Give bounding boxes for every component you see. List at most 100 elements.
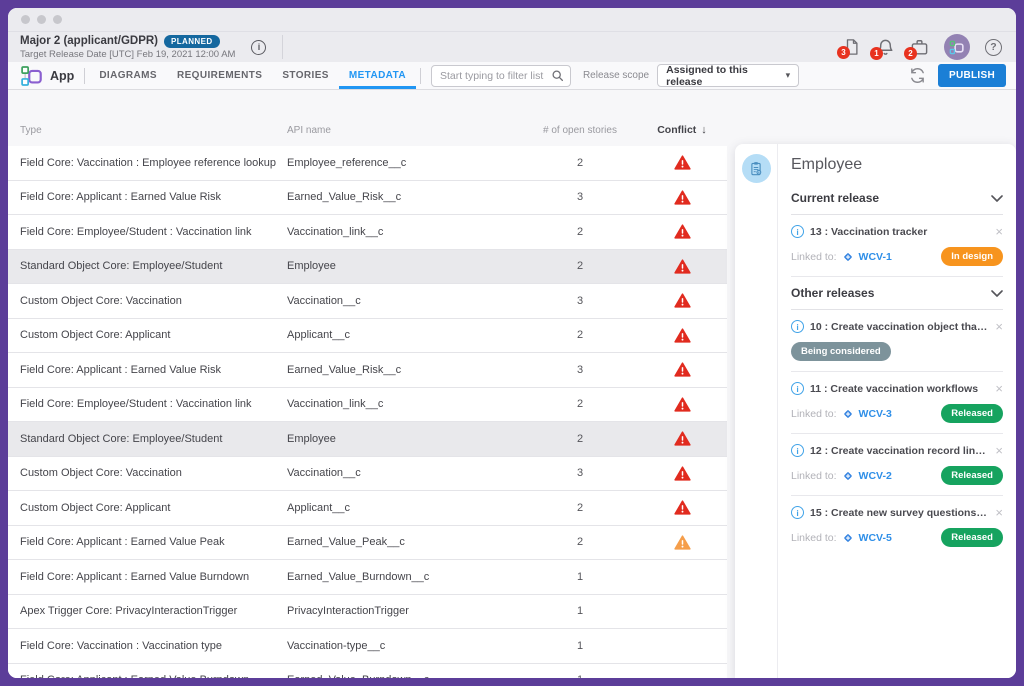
story-label[interactable]: 13 : Vaccination tracker (810, 226, 989, 238)
release-info-icon[interactable]: i (251, 40, 266, 55)
table-row[interactable]: Standard Object Core: Employee/Student E… (8, 250, 727, 285)
help-icon[interactable]: ? (985, 39, 1002, 56)
notifications-icon-button[interactable]: 1 (876, 38, 895, 57)
window-control-dot[interactable] (53, 15, 62, 24)
reports-icon-button[interactable]: 3 (843, 38, 861, 56)
nav-divider (420, 68, 421, 84)
close-icon[interactable]: × (995, 506, 1003, 519)
toolbox-count-badge: 2 (904, 47, 917, 60)
panel-section-header[interactable]: Current release (791, 182, 1003, 215)
story-info-icon[interactable]: i (791, 320, 804, 333)
table-row[interactable]: Apex Trigger Core: PrivacyInteractionTri… (8, 595, 727, 630)
conflict-error-icon[interactable] (673, 327, 692, 344)
story-label[interactable]: 11 : Create vaccination workflows (810, 383, 989, 395)
table-row[interactable]: Field Core: Applicant : Earned Value Bur… (8, 664, 727, 679)
table-row[interactable]: Field Core: Employee/Student : Vaccinati… (8, 388, 727, 423)
cell-conflict (640, 465, 724, 482)
linked-story-link[interactable]: WCV-5 (859, 532, 892, 544)
conflict-error-icon[interactable] (673, 258, 692, 275)
conflict-error-icon[interactable] (673, 154, 692, 171)
table-row[interactable]: Custom Object Core: Applicant Applicant_… (8, 491, 727, 526)
tab-requirements[interactable]: REQUIREMENTS (167, 62, 272, 89)
tab-diagrams[interactable]: DIAGRAMS (89, 62, 167, 89)
close-icon[interactable]: × (995, 444, 1003, 457)
conflict-error-icon[interactable] (673, 465, 692, 482)
user-avatar[interactable] (944, 34, 970, 60)
column-header-api-name[interactable]: API name (287, 125, 520, 136)
table-row[interactable]: Custom Object Core: Vaccination Vaccinat… (8, 284, 727, 319)
cell-open-stories: 1 (520, 640, 640, 652)
tab-metadata[interactable]: METADATA (339, 62, 416, 89)
release-title: Major 2 (applicant/GDPR) (20, 35, 158, 47)
release-scope-label: Release scope (583, 70, 649, 81)
release-scope-dropdown[interactable]: Assigned to this release ▾ (657, 64, 799, 87)
close-icon[interactable]: × (995, 320, 1003, 333)
table-row[interactable]: Field Core: Vaccination : Employee refer… (8, 146, 727, 181)
nav-divider (84, 68, 85, 84)
chevron-down-icon[interactable] (991, 195, 1003, 202)
conflict-error-icon[interactable] (673, 292, 692, 309)
screen-background: Major 2 (applicant/GDPR) PLANNED Target … (0, 0, 1024, 686)
tab-stories[interactable]: STORIES (272, 62, 339, 89)
cell-type: Field Core: Applicant : Earned Value Bur… (20, 674, 287, 678)
refresh-button[interactable] (909, 67, 926, 84)
conflict-error-icon[interactable] (673, 430, 692, 447)
table-row[interactable]: Custom Object Core: Applicant Applicant_… (8, 319, 727, 354)
linked-story-link[interactable]: WCV-2 (859, 470, 892, 482)
toolbox-icon-button[interactable]: 2 (910, 38, 929, 57)
table-row[interactable]: Field Core: Vaccination : Vaccination ty… (8, 629, 727, 664)
cell-type: Apex Trigger Core: PrivacyInteractionTri… (20, 605, 287, 617)
table-row[interactable]: Field Core: Applicant : Earned Value Ris… (8, 353, 727, 388)
chevron-down-icon[interactable] (991, 290, 1003, 297)
tab-label: REQUIREMENTS (177, 70, 262, 81)
window-control-dot[interactable] (37, 15, 46, 24)
story-info-icon[interactable]: i (791, 382, 804, 395)
story-info-icon[interactable]: i (791, 225, 804, 238)
linked-item-diamond-icon (842, 251, 854, 263)
column-header-open-stories[interactable]: # of open stories (520, 125, 640, 136)
story-info-icon[interactable]: i (791, 444, 804, 457)
conflict-error-icon[interactable] (673, 499, 692, 516)
table-row[interactable]: Standard Object Core: Employee/Student E… (8, 422, 727, 457)
cell-type: Field Core: Applicant : Earned Value Pea… (20, 536, 287, 548)
linked-story-link[interactable]: WCV-1 (859, 251, 892, 263)
conflict-error-icon[interactable] (673, 189, 692, 206)
metadata-table: Type API name # of open stories Conflict… (8, 90, 727, 678)
linked-item-diamond-icon (842, 470, 854, 482)
linked-story-link[interactable]: WCV-3 (859, 408, 892, 420)
linked-item-diamond-icon (842, 532, 854, 544)
cell-api-name: Employee (287, 260, 520, 272)
conflict-warning-icon[interactable] (673, 534, 692, 551)
cell-open-stories: 2 (520, 536, 640, 548)
conflict-error-icon[interactable] (673, 396, 692, 413)
table-row[interactable]: Field Core: Applicant : Earned Value Pea… (8, 526, 727, 561)
table-row[interactable]: Field Core: Employee/Student : Vaccinati… (8, 215, 727, 250)
table-row[interactable]: Field Core: Applicant : Earned Value Bur… (8, 560, 727, 595)
close-icon[interactable]: × (995, 225, 1003, 238)
panel-icon-column (735, 144, 778, 678)
cell-type: Custom Object Core: Applicant (20, 329, 287, 341)
panel-body: Employee Current release i 13 : Vaccinat… (778, 144, 1016, 678)
window-titlebar (8, 8, 1016, 32)
table-row[interactable]: Custom Object Core: Vaccination Vaccinat… (8, 457, 727, 492)
cell-api-name: Vaccination_link__c (287, 398, 520, 410)
panel-section-label: Current release (791, 191, 991, 205)
story-label[interactable]: 15 : Create new survey questions for vac… (810, 507, 989, 519)
publish-button[interactable]: PUBLISH (938, 64, 1006, 87)
close-icon[interactable]: × (995, 382, 1003, 395)
window-control-dot[interactable] (21, 15, 30, 24)
release-title-block: Major 2 (applicant/GDPR) PLANNED Target … (20, 35, 235, 60)
conflict-error-icon[interactable] (673, 223, 692, 240)
panel-section-header[interactable]: Other releases (791, 277, 1003, 310)
story-label[interactable]: 10 : Create vaccination object that trac… (810, 321, 989, 333)
column-header-conflict[interactable]: Conflict↓ (640, 124, 724, 136)
cell-api-name: Earned_Value_Burndown__c (287, 571, 520, 583)
cell-api-name: Applicant__c (287, 502, 520, 514)
conflict-error-icon[interactable] (673, 361, 692, 378)
table-row[interactable]: Field Core: Applicant : Earned Value Ris… (8, 181, 727, 216)
column-header-type[interactable]: Type (20, 125, 287, 136)
story-label[interactable]: 12 : Create vaccination record linked to… (810, 445, 989, 457)
app-window: Major 2 (applicant/GDPR) PLANNED Target … (8, 8, 1016, 678)
story-info-icon[interactable]: i (791, 506, 804, 519)
filter-input[interactable] (431, 65, 571, 87)
